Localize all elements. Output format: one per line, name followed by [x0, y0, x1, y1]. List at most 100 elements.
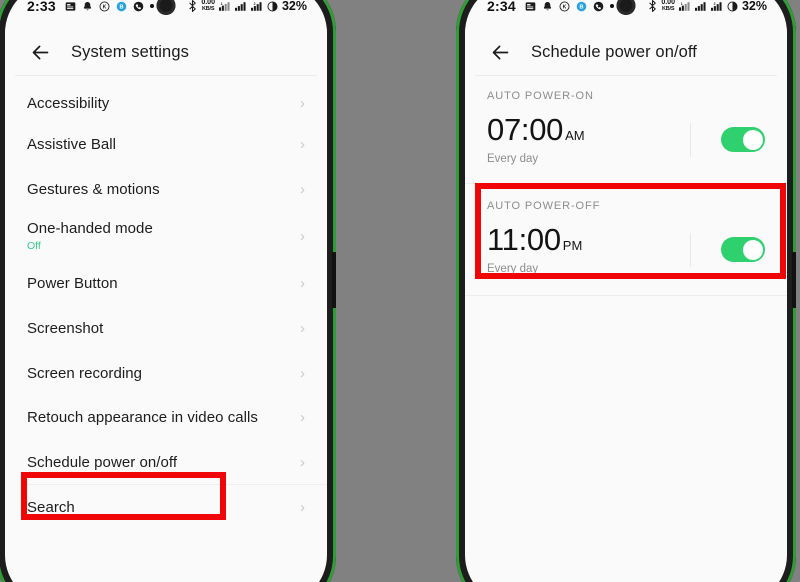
- list-item-schedule-power-onoff[interactable]: Schedule power on/off ›: [5, 440, 327, 484]
- news-icon: [525, 1, 536, 12]
- auto-power-on-time-block[interactable]: 07:00 AM Every day: [487, 114, 690, 165]
- red-underline-mark: [152, 473, 161, 475]
- circle-b-icon: B: [576, 1, 587, 12]
- svg-text:B: B: [579, 4, 583, 10]
- dot-icon: [149, 4, 154, 8]
- left-phone-screen: 2:33 K B 0.00 KB/S 1 2 32% System settin…: [5, 0, 327, 582]
- list-item-text: Retouch appearance in video calls: [27, 409, 292, 426]
- list-item-subtitle: Off: [27, 240, 41, 252]
- list-item-assistive-ball[interactable]: Assistive Ball ›: [5, 122, 327, 167]
- power-side-button[interactable]: [332, 252, 336, 308]
- status-bar-system-icons: 0.00 KB/S 1 2 32%: [188, 0, 307, 13]
- list-item-title: Power Button: [27, 275, 118, 292]
- auto-power-off-row[interactable]: 11:00 PM Every day: [487, 224, 765, 275]
- list-item-title: Retouch appearance in video calls: [27, 409, 258, 426]
- section-label-auto-power-off: AUTO POWER-OFF: [487, 200, 601, 212]
- list-item-title: Accessibility: [27, 94, 110, 112]
- signal-bars-icon: [234, 1, 247, 12]
- list-item-screen-recording[interactable]: Screen recording ›: [5, 351, 327, 395]
- right-phone-frame: 2:34 K B 0.00 KB/S 1 2 32% Schedule powe…: [456, 0, 796, 582]
- svg-text:B: B: [119, 4, 123, 10]
- list-item-text: Search: [27, 499, 292, 516]
- battery-percentage: 32%: [741, 0, 767, 13]
- list-item-gestures-motions[interactable]: Gestures & motions ›: [5, 167, 327, 211]
- chevron-right-icon: ›: [300, 275, 305, 292]
- auto-power-off-time: 11:00 PM: [487, 224, 690, 255]
- power-side-button[interactable]: [792, 252, 796, 308]
- svg-text:1: 1: [681, 1, 683, 5]
- chevron-right-icon: ›: [300, 499, 305, 516]
- chevron-right-icon: ›: [300, 180, 305, 198]
- section-divider: [465, 295, 787, 296]
- list-item-text: Screenshot: [27, 320, 292, 337]
- chevron-right-icon: ›: [300, 364, 305, 382]
- svg-text:K: K: [562, 4, 566, 10]
- back-arrow-icon[interactable]: [27, 39, 53, 65]
- bluetooth-icon: [648, 0, 657, 12]
- camera-punch-hole: [156, 0, 176, 15]
- list-item-title: Search: [27, 499, 75, 516]
- svg-text:K: K: [102, 4, 106, 10]
- time-meridiem: PM: [562, 238, 583, 253]
- list-item-power-button[interactable]: Power Button ›: [5, 261, 327, 306]
- list-item-title: One-handed mode: [27, 220, 153, 237]
- wifi-icon: 2: [250, 1, 263, 12]
- news-icon: [65, 1, 76, 12]
- bell-icon: [542, 1, 553, 12]
- status-bar-clock: 2:33: [27, 0, 56, 14]
- camera-punch-hole: [616, 0, 636, 15]
- circle-k-icon: K: [99, 1, 110, 12]
- svg-text:2: 2: [714, 1, 716, 5]
- list-item-title: Assistive Ball: [27, 136, 117, 153]
- auto-power-on-repeat: Every day: [487, 153, 539, 165]
- auto-power-on-section: AUTO POWER-ON 07:00 AM Every day: [465, 76, 787, 183]
- sim-signal-icon: 1: [218, 1, 231, 12]
- battery-percentage: 32%: [281, 0, 307, 13]
- status-bar-notification-icons: K B: [65, 1, 154, 12]
- list-item-title: Gestures & motions: [27, 180, 160, 198]
- svg-text:1: 1: [221, 1, 223, 5]
- settings-list: Accessibility › Assistive Ball › Gesture…: [5, 76, 327, 530]
- list-item-one-handed-mode[interactable]: One-handed mode Off ›: [5, 211, 327, 261]
- list-item-text: Power Button: [27, 275, 292, 292]
- back-arrow-icon[interactable]: [487, 39, 513, 65]
- list-item-text: One-handed mode Off: [27, 220, 292, 252]
- list-item-title: Screenshot: [27, 320, 104, 337]
- auto-power-on-time: 07:00 AM: [487, 114, 690, 145]
- auto-power-off-time-block[interactable]: 11:00 PM Every day: [487, 224, 690, 275]
- list-item-text: Screen recording: [27, 365, 292, 382]
- net-speed-unit: KB/S: [661, 6, 675, 12]
- auto-power-on-toggle[interactable]: [721, 127, 765, 152]
- status-bar-notification-icons: K B: [525, 1, 614, 12]
- right-toolbar: Schedule power on/off: [465, 29, 787, 75]
- battery-icon: [267, 0, 278, 12]
- circle-b-icon: B: [116, 1, 127, 12]
- toggle-knob: [742, 129, 763, 150]
- list-item-search[interactable]: Search ›: [5, 485, 327, 530]
- list-item-text: Accessibility: [27, 95, 292, 112]
- list-item-title: Schedule power on/off: [27, 453, 178, 471]
- chevron-right-icon: ›: [300, 409, 305, 426]
- auto-power-on-row[interactable]: 07:00 AM Every day: [487, 114, 765, 165]
- chevron-right-icon: ›: [300, 320, 305, 337]
- bell-icon: [82, 1, 93, 12]
- list-item-text: Assistive Ball: [27, 136, 292, 153]
- status-bar-clock: 2:34: [487, 0, 516, 14]
- phone-circle-icon: [593, 1, 604, 12]
- chevron-right-icon: ›: [300, 94, 305, 112]
- vertical-divider: [690, 232, 691, 267]
- time-value: 11:00: [487, 222, 561, 257]
- page-title: System settings: [71, 42, 189, 61]
- status-bar-system-icons: 0.00 KB/S 1 2 32%: [648, 0, 767, 13]
- time-value: 07:00: [487, 112, 564, 147]
- chevron-right-icon: ›: [300, 227, 305, 245]
- sim-signal-icon: 1: [678, 1, 691, 12]
- list-item-accessibility[interactable]: Accessibility ›: [5, 76, 327, 122]
- signal-bars-icon: [694, 1, 707, 12]
- auto-power-off-toggle[interactable]: [721, 237, 765, 262]
- list-item-screenshot[interactable]: Screenshot ›: [5, 306, 327, 351]
- schedule-list: AUTO POWER-ON 07:00 AM Every day AUTO PO…: [465, 76, 787, 296]
- network-speed-indicator: 0.00 KB/S: [201, 0, 215, 13]
- phone-circle-icon: [133, 1, 144, 12]
- list-item-retouch-appearance[interactable]: Retouch appearance in video calls ›: [5, 395, 327, 440]
